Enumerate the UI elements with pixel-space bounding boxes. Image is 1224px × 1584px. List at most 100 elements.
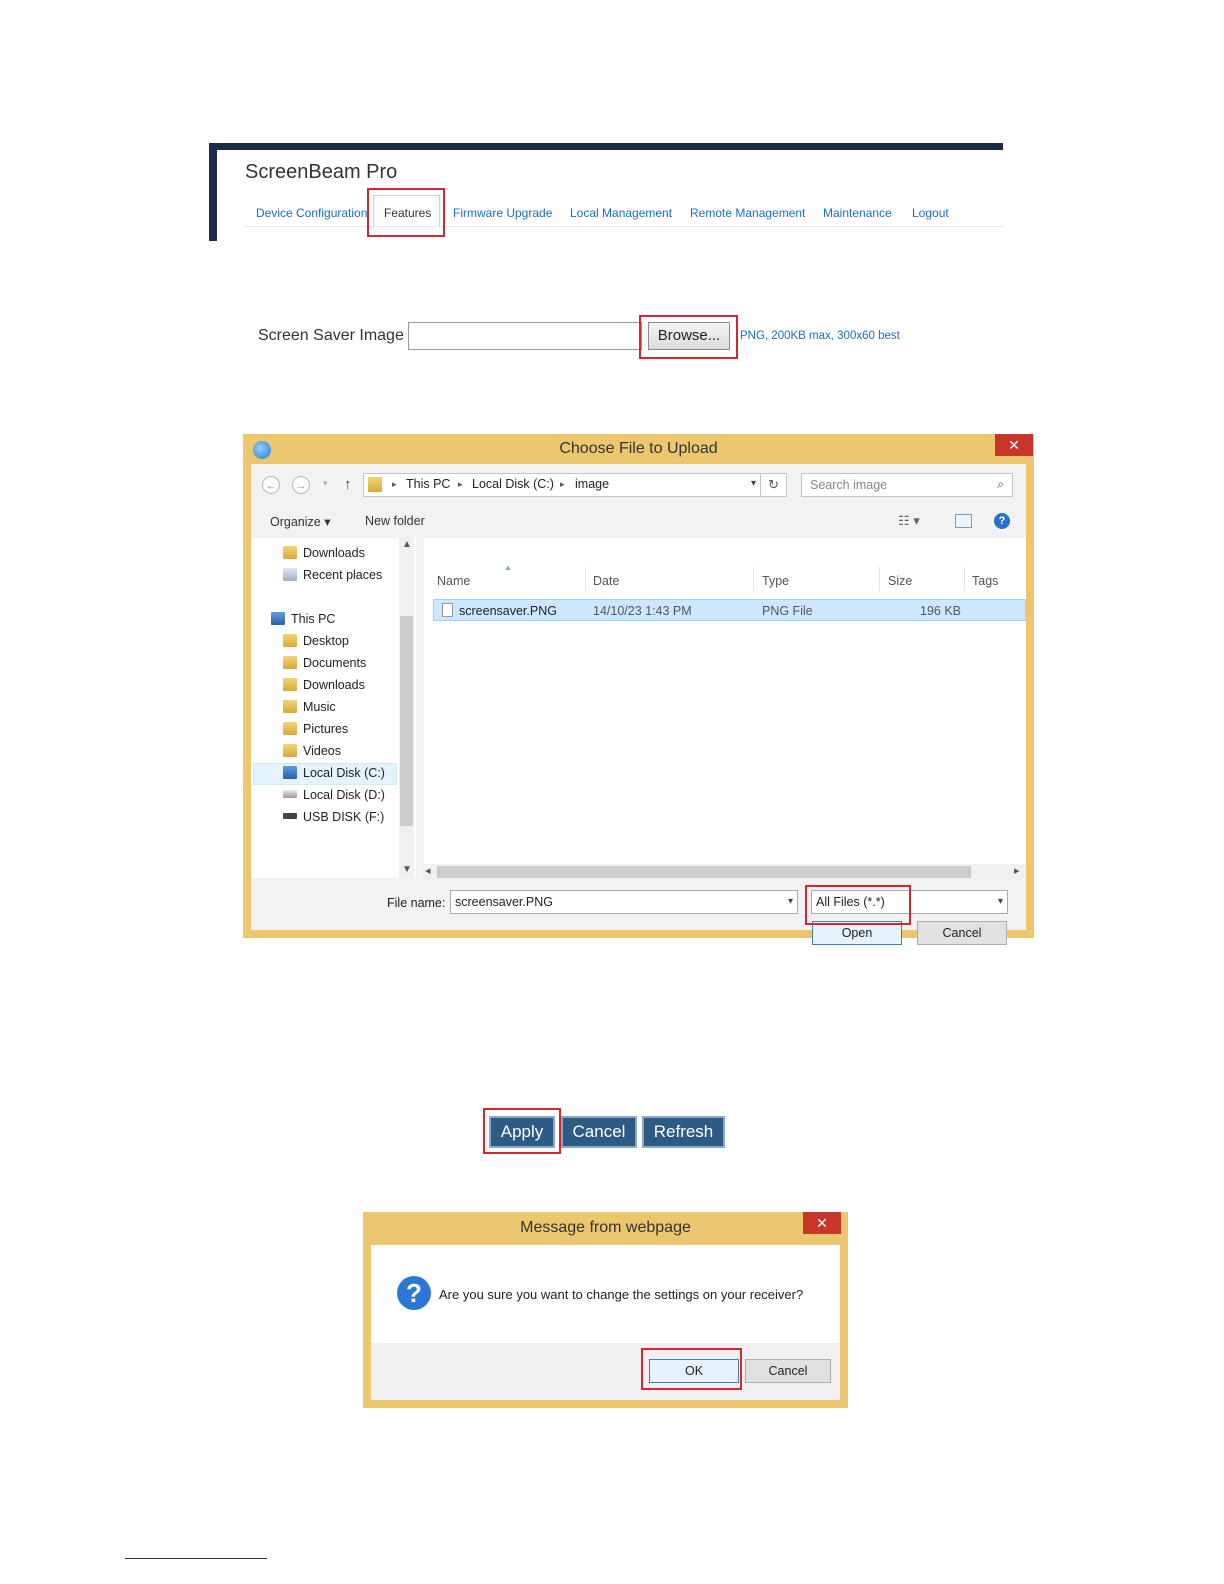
refresh-icon[interactable]: ↻	[761, 473, 787, 497]
folder-icon	[283, 744, 297, 757]
chevron-down-icon[interactable]: ▾	[998, 891, 1003, 913]
file-name-label: File name:	[387, 896, 446, 910]
sidebar-item-local-disk-d[interactable]: Local Disk (D:)	[283, 788, 385, 802]
scroll-up-icon[interactable]: ▲	[402, 539, 412, 550]
folder-icon	[283, 678, 297, 691]
nav-remote-management[interactable]: Remote Management	[690, 206, 805, 220]
chevron-down-icon[interactable]: ▾	[788, 891, 793, 913]
screen-saver-file-input[interactable]	[408, 322, 642, 350]
up-arrow-icon[interactable]: ↑	[344, 476, 352, 493]
file-name-input[interactable]: screensaver.PNG ▾	[450, 890, 798, 914]
confirm-cancel-button[interactable]: Cancel	[745, 1359, 831, 1383]
sidebar-item-label: Pictures	[303, 722, 349, 736]
scroll-right-icon[interactable]: ▸	[1014, 864, 1020, 877]
close-icon[interactable]: ✕	[995, 434, 1033, 456]
search-input[interactable]: Search image ⌕	[801, 473, 1013, 497]
breadcrumb-image[interactable]: image	[575, 477, 609, 491]
file-type-cell: PNG File	[762, 604, 813, 618]
pane-icon[interactable]	[955, 514, 972, 528]
sidebar-item-label: Recent places	[303, 568, 383, 582]
file-name-cell[interactable]: screensaver.PNG	[459, 604, 557, 618]
sidebar-scroll-thumb[interactable]	[400, 616, 413, 826]
confirm-dialog-body: ? Are you sure you want to change the se…	[371, 1245, 840, 1400]
highlight-browse	[639, 315, 738, 359]
breadcrumb-local-disk[interactable]: Local Disk (C:)	[472, 477, 554, 491]
sidebar-item-videos[interactable]: Videos	[283, 744, 341, 758]
file-name-value: screensaver.PNG	[455, 895, 553, 909]
folder-icon	[283, 634, 297, 647]
highlight-features	[367, 188, 445, 237]
organize-menu[interactable]: Organize ▾	[270, 514, 330, 529]
nav-maintenance[interactable]: Maintenance	[823, 206, 892, 220]
cancel-button[interactable]: Cancel	[917, 921, 1007, 945]
drive-icon	[283, 766, 297, 779]
refresh-button[interactable]: Refresh	[642, 1116, 725, 1148]
column-divider	[585, 567, 586, 591]
column-name[interactable]: Name	[437, 574, 470, 588]
confirm-message: Are you sure you want to change the sett…	[439, 1287, 804, 1302]
address-bar[interactable]: ▸ This PC ▸ Local Disk (C:) ▸ image ▾	[363, 473, 761, 497]
sidebar-item-recent-places[interactable]: Recent places	[283, 568, 382, 582]
sidebar-item-local-disk-c[interactable]: Local Disk (C:)	[283, 766, 385, 780]
forward-arrow-icon[interactable]: →	[292, 476, 310, 494]
sidebar-item-music[interactable]: Music	[283, 700, 336, 714]
nav-firmware-upgrade[interactable]: Firmware Upgrade	[453, 206, 552, 220]
highlight-open	[805, 885, 911, 925]
screen-saver-label: Screen Saver Image	[258, 327, 404, 344]
help-icon[interactable]: ?	[994, 513, 1010, 529]
nav-device-configuration[interactable]: Device Configuration	[256, 206, 367, 220]
highlight-ok	[641, 1348, 742, 1390]
sidebar-item-label: Downloads	[303, 678, 365, 692]
sidebar-item-downloads-fav[interactable]: Downloads	[283, 546, 365, 560]
nav-logout[interactable]: Logout	[912, 206, 949, 220]
file-icon	[442, 603, 453, 617]
column-date[interactable]: Date	[593, 574, 619, 588]
column-size[interactable]: Size	[888, 574, 912, 588]
sidebar-item-label: Desktop	[303, 634, 349, 648]
sidebar-item-label: Local Disk (D:)	[303, 788, 385, 802]
file-upload-dialog: Choose File to Upload ✕ ← → ▾ ↑ ▸ This P…	[243, 434, 1034, 945]
confirm-dialog: Message from webpage ✕ ? Are you sure yo…	[363, 1212, 848, 1408]
file-size-cell: 196 KB	[920, 604, 962, 618]
sidebar-item-label: Music	[303, 700, 336, 714]
breadcrumb-this-pc[interactable]: This PC	[406, 477, 450, 491]
nav-local-management[interactable]: Local Management	[570, 206, 672, 220]
scroll-down-icon[interactable]: ▼	[402, 864, 412, 875]
app-title: ScreenBeam Pro	[245, 161, 398, 183]
app-header: ScreenBeam Pro Device Configuration Feat…	[209, 143, 1003, 241]
dialog-body: ← → ▾ ↑ ▸ This PC ▸ Local Disk (C:) ▸ im…	[251, 464, 1026, 945]
close-icon[interactable]: ✕	[803, 1212, 841, 1234]
back-arrow-icon[interactable]: ←	[262, 476, 280, 494]
search-placeholder: Search image	[810, 478, 888, 492]
scroll-left-icon[interactable]: ◂	[425, 864, 431, 877]
sidebar-item-usb-disk[interactable]: USB DISK (F:)	[283, 810, 384, 824]
sidebar-item-desktop[interactable]: Desktop	[283, 634, 349, 648]
navigation-pane: Downloads Recent places This PC Desktop …	[251, 538, 416, 878]
recent-dropdown-icon[interactable]: ▾	[323, 478, 328, 489]
folder-icon	[283, 656, 297, 669]
cancel-settings-button[interactable]: Cancel	[561, 1116, 637, 1148]
file-list-scroll-thumb[interactable]	[437, 866, 971, 878]
column-tags[interactable]: Tags	[972, 574, 998, 588]
column-divider	[753, 567, 754, 591]
dialog-title: Choose File to Upload	[559, 440, 718, 457]
folder-icon	[283, 700, 297, 713]
search-icon[interactable]: ⌕	[997, 477, 1004, 492]
new-folder-button[interactable]: New folder	[365, 514, 425, 528]
column-type[interactable]: Type	[762, 574, 789, 588]
column-divider	[964, 567, 965, 591]
sidebar-item-pictures[interactable]: Pictures	[283, 722, 348, 736]
view-icon[interactable]: ☷ ▾	[898, 513, 920, 529]
column-divider	[879, 567, 880, 591]
sidebar-item-downloads[interactable]: Downloads	[283, 678, 365, 692]
sidebar-item-this-pc[interactable]: This PC	[271, 612, 335, 626]
folder-icon	[283, 722, 297, 735]
sidebar-item-label: Local Disk (C:)	[303, 766, 385, 780]
confirm-dialog-title: Message from webpage	[520, 1219, 691, 1236]
breadcrumb-sep-icon: ▸	[392, 479, 397, 489]
sidebar-item-label: This PC	[291, 612, 336, 626]
sidebar-item-label: Videos	[303, 744, 341, 758]
chevron-down-icon[interactable]: ▾	[751, 478, 756, 489]
sidebar-item-documents[interactable]: Documents	[283, 656, 366, 670]
file-list	[424, 538, 1026, 878]
